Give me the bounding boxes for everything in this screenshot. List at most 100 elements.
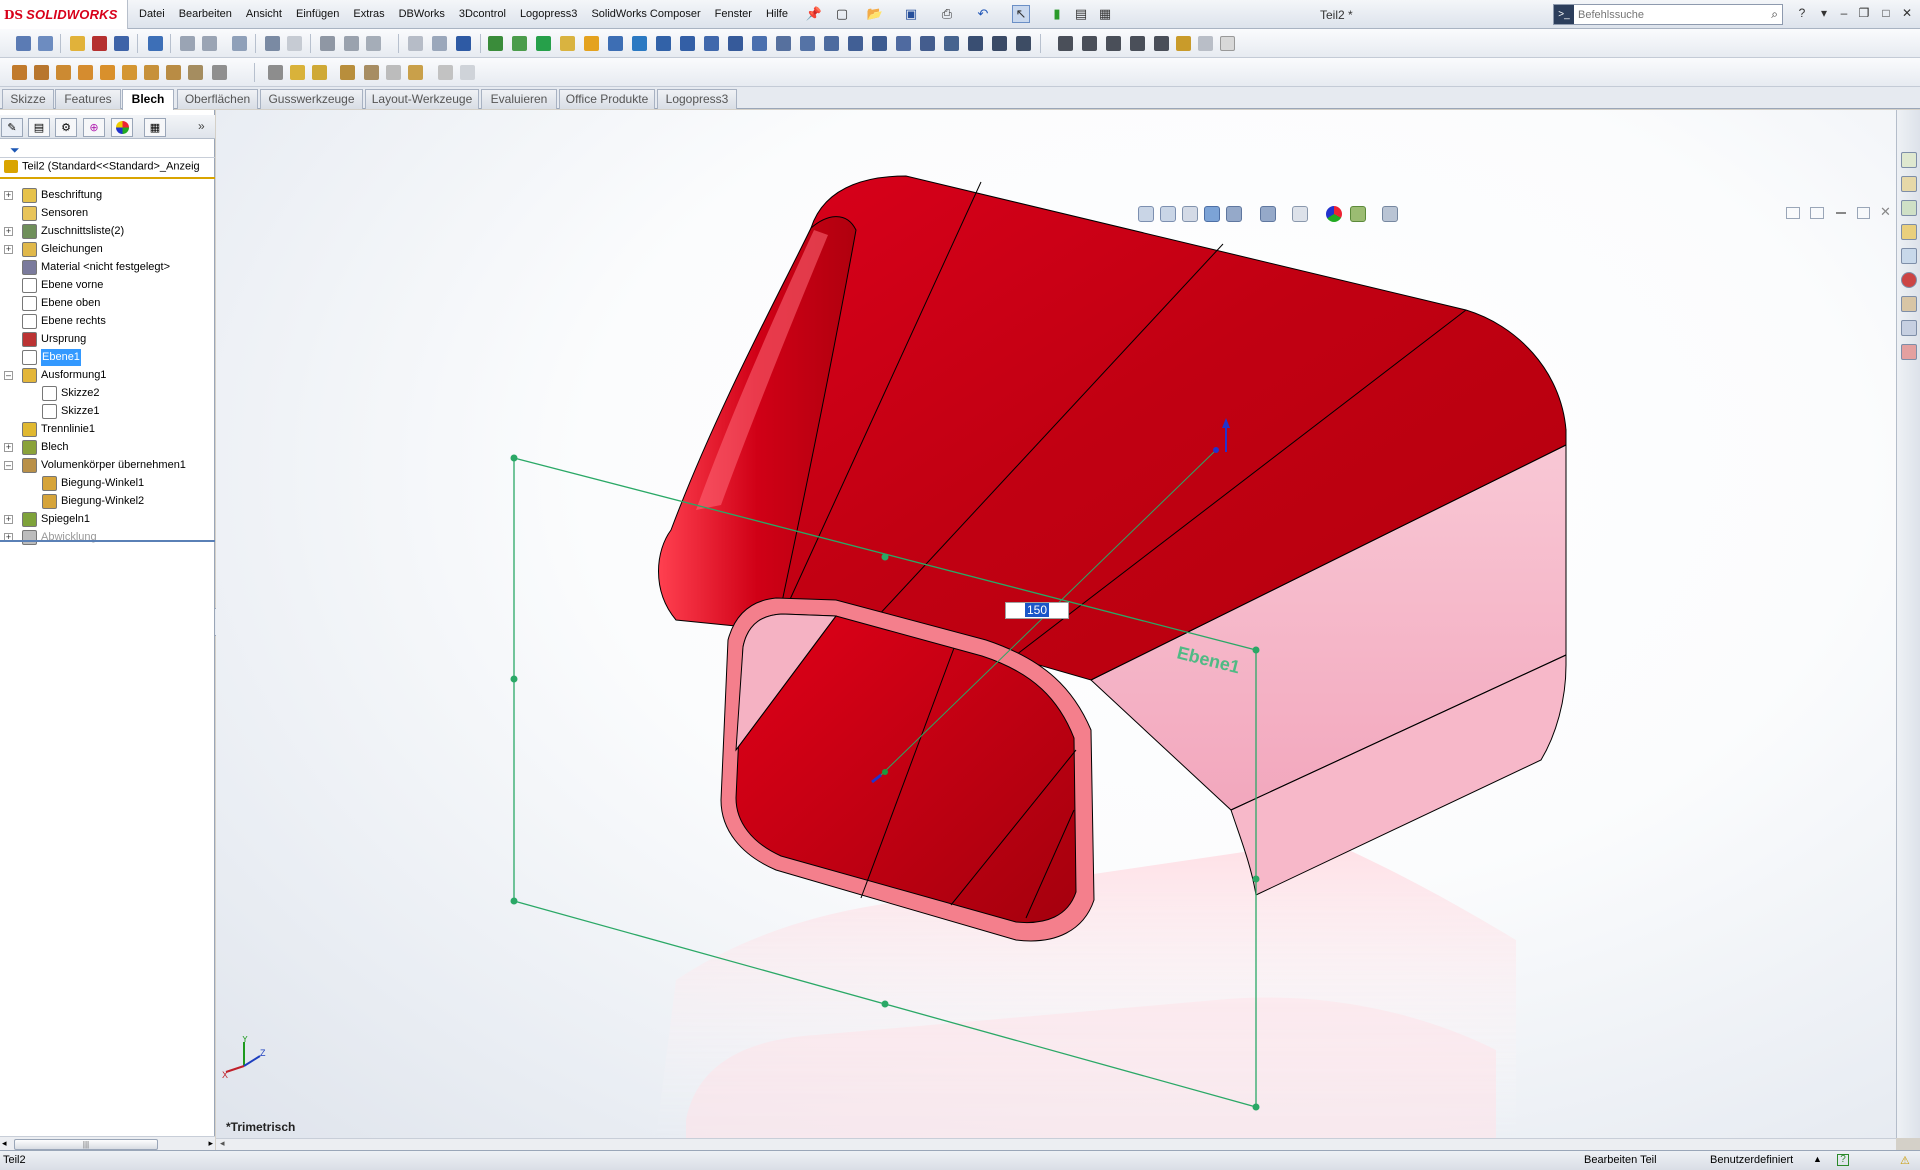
tree-item[interactable]: Ebene oben <box>22 295 100 312</box>
viewport-close-icon[interactable]: ✕ <box>1880 204 1891 220</box>
point-icon[interactable] <box>1058 36 1073 51</box>
tree-item[interactable]: Skizze1 <box>42 403 100 420</box>
tree-filter[interactable]: ⏷ <box>0 142 215 158</box>
tree-item[interactable]: Trennlinie1 <box>22 421 95 438</box>
dome-icon[interactable] <box>800 36 815 51</box>
fillet-icon[interactable] <box>584 36 599 51</box>
tree-item[interactable]: Biegung-Winkel1 <box>42 475 144 492</box>
filter-icon[interactable] <box>148 36 163 51</box>
pin-menu-icon[interactable]: 📌 <box>805 5 823 23</box>
file-properties-icon[interactable]: ▤ <box>1072 5 1090 23</box>
relations-icon[interactable] <box>344 36 359 51</box>
print-preview-icon[interactable] <box>92 36 107 51</box>
base-flange-icon[interactable] <box>12 65 27 80</box>
zoom-to-area-icon[interactable] <box>1160 206 1176 222</box>
displaymanager-tab-icon[interactable] <box>111 118 133 137</box>
save-icon[interactable]: ▣ <box>902 5 920 23</box>
expand-panel-icon[interactable]: » <box>198 119 205 133</box>
featuremanager-tab-icon[interactable]: ✎ <box>1 118 23 137</box>
design-library-icon[interactable] <box>1901 176 1917 192</box>
tab-blech[interactable]: Blech <box>122 89 174 110</box>
tree-item[interactable]: + Beschriftung <box>4 187 102 204</box>
zoom-to-fit-icon[interactable] <box>1138 206 1154 222</box>
tree-item[interactable]: + Spiegeln1 <box>4 511 90 528</box>
forming-tool-icon[interactable] <box>438 65 453 80</box>
scroll-right-icon[interactable]: ▸ <box>208 1138 213 1149</box>
tab-evaluieren[interactable]: Evaluieren <box>481 89 557 109</box>
draft-icon[interactable] <box>656 36 671 51</box>
combine-icon[interactable] <box>920 36 935 51</box>
tree-item[interactable]: – Ausformung1 <box>4 367 106 384</box>
scroll-left-icon[interactable]: ◂ <box>220 1138 225 1149</box>
chevron-down-icon[interactable]: ▾ <box>1815 5 1833 21</box>
menu-solidworks-composer[interactable]: SolidWorks Composer <box>584 0 707 29</box>
split-icon[interactable] <box>896 36 911 51</box>
tree-item[interactable]: Ebene1 <box>22 349 81 366</box>
paste-icon[interactable] <box>202 36 217 51</box>
tab-skizze[interactable]: Skizze <box>2 89 54 109</box>
flex-icon[interactable] <box>824 36 839 51</box>
expand-icon[interactable]: + <box>4 227 13 236</box>
dimension-value-box[interactable]: 150 <box>1005 602 1069 619</box>
tree-item[interactable]: Sensoren <box>22 205 88 222</box>
lofted-bend-icon[interactable] <box>56 65 71 80</box>
cross-break-icon[interactable] <box>188 65 203 80</box>
graphics-viewport[interactable]: Ebene1 150 ✕ Y X Z *Trimetrisch <box>216 110 1896 1138</box>
minimize-icon[interactable]: – <box>1835 5 1853 21</box>
status-units[interactable]: Benutzerdefiniert <box>1710 1154 1793 1166</box>
scrollbar-thumb[interactable]: ||| <box>14 1139 158 1150</box>
loft-tool-icon[interactable] <box>560 36 575 51</box>
flatten-tool-icon[interactable] <box>364 65 379 80</box>
help-status-icon[interactable]: ? <box>1837 1154 1849 1166</box>
menu-hilfe[interactable]: Hilfe <box>759 0 795 29</box>
notification-icon[interactable]: ⚠ <box>1900 1154 1910 1167</box>
configurationmanager-tab-icon[interactable]: ⚙ <box>55 118 77 137</box>
rib-icon[interactable] <box>752 36 767 51</box>
reference-geometry-icon[interactable] <box>992 36 1007 51</box>
help-icon[interactable]: ? <box>1793 5 1811 21</box>
hem-icon[interactable] <box>122 65 137 80</box>
close-icon[interactable]: ✕ <box>1898 5 1916 21</box>
folder-icon[interactable] <box>70 36 85 51</box>
revolve-icon[interactable] <box>512 36 527 51</box>
tab-gusswerkzeuge[interactable]: Gusswerkzeuge <box>260 89 363 109</box>
expand-icon[interactable]: + <box>4 191 13 200</box>
solidworks-logo[interactable]: DS SOLIDWORKS <box>0 0 128 29</box>
3dcontent-icon[interactable] <box>1901 344 1917 360</box>
new-document-icon[interactable]: ▢ <box>833 5 851 23</box>
viewport-layout-icon[interactable] <box>1810 207 1824 219</box>
text-tool-icon[interactable] <box>287 36 302 51</box>
extrude-icon[interactable] <box>488 36 503 51</box>
tree-item[interactable]: Ebene rechts <box>22 313 106 330</box>
wrap-icon[interactable] <box>776 36 791 51</box>
collapse-icon[interactable]: – <box>4 371 13 380</box>
jog-icon[interactable] <box>144 65 159 80</box>
tab-logopress3[interactable]: Logopress3 <box>657 89 737 109</box>
file-explorer-icon[interactable] <box>1901 200 1917 216</box>
open-document-icon[interactable]: 📂 <box>866 5 884 23</box>
repair-icon[interactable] <box>366 36 381 51</box>
no-bends-icon[interactable] <box>386 65 401 80</box>
curves-icon[interactable] <box>1016 36 1031 51</box>
expand-icon[interactable]: + <box>4 443 13 452</box>
custom-properties-icon[interactable] <box>1901 296 1917 312</box>
tab-oberflaechen[interactable]: Oberflächen <box>177 89 258 109</box>
welded-corner-icon[interactable] <box>268 65 283 80</box>
rollback-bar[interactable] <box>0 540 215 542</box>
apply-scene-icon[interactable] <box>1350 206 1366 222</box>
view-palette-icon[interactable] <box>1901 248 1917 264</box>
question-icon[interactable] <box>1220 36 1235 51</box>
open-icon[interactable] <box>38 36 53 51</box>
print-icon[interactable]: ⎙ <box>938 5 956 23</box>
hide-show-items-icon[interactable] <box>1292 206 1308 222</box>
fold-icon[interactable] <box>340 65 355 80</box>
display-style-icon[interactable] <box>1260 206 1276 222</box>
convert-to-sheetmetal-icon[interactable] <box>34 65 49 80</box>
line-icon[interactable] <box>1106 36 1121 51</box>
miter-flange-icon[interactable] <box>100 65 115 80</box>
menu-bearbeiten[interactable]: Bearbeiten <box>172 0 239 29</box>
smart-dimension-icon[interactable] <box>320 36 335 51</box>
scroll-left-icon[interactable]: ◂ <box>2 1138 7 1149</box>
indent-icon[interactable] <box>872 36 887 51</box>
tree-item[interactable]: + Gleichungen <box>4 241 103 258</box>
